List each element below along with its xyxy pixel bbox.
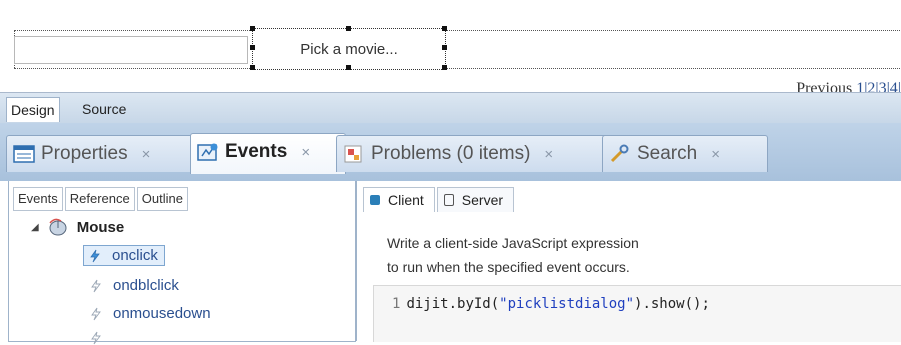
- tree-item-ondblclick[interactable]: ondblclick: [89, 277, 179, 294]
- tab-client-label: Client: [388, 192, 424, 208]
- resize-handle-tm[interactable]: [346, 26, 351, 31]
- tab-design[interactable]: Design: [6, 97, 60, 122]
- tree-category-mouse[interactable]: ◢ Mouse: [31, 217, 124, 237]
- text-field[interactable]: [14, 36, 248, 64]
- tab-events-label: Events: [225, 141, 288, 162]
- resize-handle-mr[interactable]: [442, 45, 447, 50]
- line-number: 1: [392, 296, 401, 312]
- client-server-tabs: Client Server: [363, 187, 515, 213]
- properties-icon: [13, 145, 35, 163]
- panel-tab-strip: Properties × Events × Problems (0 items) × …: [0, 123, 901, 181]
- resize-handle-bl[interactable]: [250, 65, 255, 70]
- resize-handle-br[interactable]: [442, 65, 447, 70]
- client-icon: [370, 195, 380, 205]
- server-icon: [443, 194, 454, 206]
- tab-search-label: Search: [637, 143, 698, 164]
- design-canvas[interactable]: Pick a movie... Previous 1|2|3|4|: [0, 0, 901, 97]
- tree-item-partial: [89, 331, 113, 345]
- code-string: "picklistdialog": [499, 296, 635, 312]
- tab-source[interactable]: Source: [78, 97, 130, 121]
- resize-handle-tr[interactable]: [442, 26, 447, 31]
- tab-search[interactable]: Search ×: [602, 135, 768, 172]
- row-guide-top: [14, 30, 900, 31]
- resize-handle-ml[interactable]: [250, 45, 255, 50]
- tree-item-onmousedown[interactable]: onmousedown: [89, 305, 211, 322]
- events-icon: [197, 143, 218, 161]
- pick-movie-button[interactable]: Pick a movie...: [252, 28, 446, 70]
- tree-item-onclick[interactable]: onclick: [83, 245, 165, 266]
- event-editor-panel: Client Server Write a client-side JavaSc…: [356, 181, 901, 342]
- resize-handle-tl[interactable]: [250, 26, 255, 31]
- close-icon[interactable]: ×: [711, 146, 720, 163]
- tree-item-label: onmousedown: [113, 305, 211, 322]
- close-icon[interactable]: ×: [544, 146, 553, 163]
- problems-icon: [344, 145, 362, 163]
- subtab-reference[interactable]: Reference: [64, 187, 135, 211]
- hint-text-line1: Write a client-side JavaScript expressio…: [387, 235, 639, 251]
- row-guide-bottom: [14, 68, 900, 69]
- tree-category-label: Mouse: [76, 218, 125, 236]
- event-bolt-icon: [91, 307, 101, 320]
- tree-item-label: ondblclick: [113, 277, 179, 294]
- tree-item-label: onclick: [112, 247, 158, 264]
- event-bolt-icon: [91, 279, 101, 292]
- hint-text-line2: to run when the specified event occurs.: [387, 259, 630, 275]
- tab-problems[interactable]: Problems (0 items) ×: [336, 135, 614, 172]
- subtab-outline[interactable]: Outline: [136, 187, 188, 211]
- tab-events[interactable]: Events ×: [190, 133, 346, 174]
- subtab-events[interactable]: Events: [13, 187, 63, 211]
- code-line: 1 dijit.byId("picklistdialog").show();: [392, 296, 710, 312]
- tab-server[interactable]: Server: [436, 187, 515, 212]
- code-text-before: dijit.byId(: [406, 296, 500, 312]
- tab-problems-label: Problems (0 items): [371, 143, 531, 164]
- resize-handle-bm[interactable]: [346, 65, 351, 70]
- events-sub-tabs: Events Reference Outline: [13, 187, 190, 211]
- code-text-after: ).show();: [634, 296, 710, 312]
- pick-movie-button-label: Pick a movie...: [300, 40, 398, 58]
- close-icon[interactable]: ×: [142, 146, 151, 163]
- tab-properties-label: Properties: [41, 143, 128, 164]
- close-icon[interactable]: ×: [301, 144, 310, 161]
- search-icon: [610, 144, 629, 163]
- code-editor[interactable]: 1 dijit.byId("picklistdialog").show();: [373, 285, 901, 342]
- tab-properties[interactable]: Properties ×: [6, 135, 202, 172]
- events-tree-panel: Events Reference Outline ◢ Mouse onclick…: [8, 181, 356, 345]
- event-bolt-icon: [90, 249, 100, 262]
- view-tab-bar: Design Source: [0, 92, 901, 124]
- tab-server-label: Server: [461, 192, 504, 208]
- mouse-icon: [49, 218, 67, 236]
- event-bolt-icon: [91, 331, 101, 345]
- collapse-triangle-icon[interactable]: ◢: [31, 222, 39, 233]
- tab-client[interactable]: Client: [363, 187, 435, 212]
